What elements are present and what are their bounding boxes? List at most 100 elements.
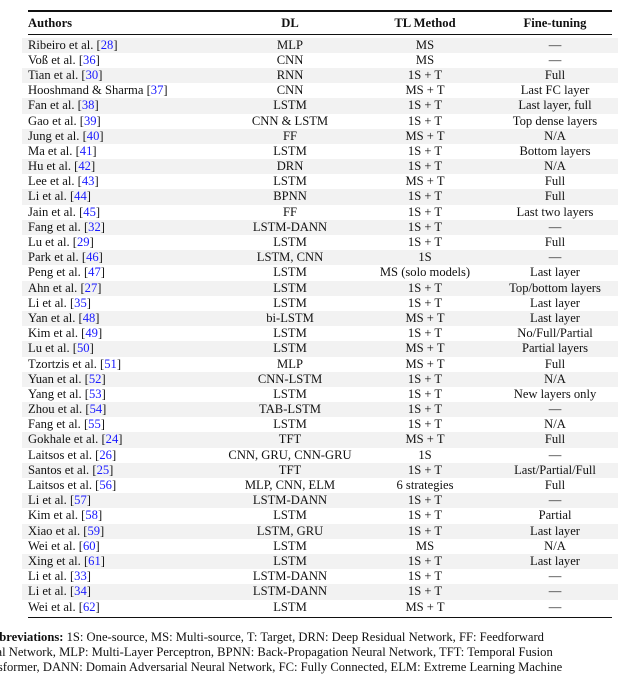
table-row: Lu et al. [50] LSTM MS + T Partial layers (22, 341, 618, 357)
citation-link[interactable]: 59 (87, 524, 100, 538)
cell-tl-method: 6 strategies (396, 478, 454, 493)
comparison-table: Authors DL TL Method Fine-tuning Ribeiro… (22, 10, 618, 619)
author-name: Xing et al. (28, 553, 81, 568)
author-name: Tzortzis et al. (28, 356, 97, 371)
table-row: Yuan et al. [52] CNN-LSTM 1S + T N/A (22, 371, 618, 387)
cell-dl: RNN (276, 67, 304, 82)
cell-tl-method: 1S + T (407, 295, 443, 310)
citation-link[interactable]: 43 (82, 174, 95, 188)
cell-tl-method: 1S + T (407, 235, 443, 250)
citation-link[interactable]: 48 (83, 311, 96, 325)
author-name: Ma et al. (28, 143, 73, 158)
citation-link[interactable]: 40 (87, 129, 100, 143)
cell-dl: MLP (277, 37, 303, 52)
cell-author: Lee et al. [43] (28, 174, 99, 189)
cell-fine-tuning: Full (544, 189, 566, 204)
cell-tl-method: 1S + T (407, 204, 443, 219)
cell-tl-method: 1S + T (407, 553, 443, 568)
cell-dl: LSTM-DANN (252, 569, 328, 584)
citation-link[interactable]: 58 (85, 508, 98, 522)
table-row: Ribeiro et al. [28] MLP MS — (22, 37, 618, 53)
cell-tl-method: MS (415, 52, 435, 67)
citation-link[interactable]: 62 (83, 600, 96, 614)
cell-fine-tuning: — (548, 584, 562, 599)
cell-dl: FF (282, 128, 297, 143)
citation-link[interactable]: 49 (85, 326, 98, 340)
cell-fine-tuning: Full (544, 235, 566, 250)
author-name: Ribeiro et al. (28, 37, 94, 52)
table-row: Gokhale et al. [24] TFT MS + T Full (22, 432, 618, 448)
citation-link[interactable]: 42 (78, 159, 91, 173)
citation-link[interactable]: 54 (90, 402, 103, 416)
citation-link[interactable]: 60 (83, 539, 96, 553)
cell-author: Tian et al. [30] (28, 67, 103, 82)
citation-link[interactable]: 26 (99, 448, 112, 462)
author-name: Hooshmand & Sharma (28, 83, 144, 98)
author-name: Laitsos et al. (28, 447, 93, 462)
citation-link[interactable]: 29 (77, 235, 90, 249)
author-name: Gokhale et al. (28, 432, 99, 447)
table-row: Fang et al. [55] LSTM 1S + T N/A (28, 417, 612, 432)
citation-link[interactable]: 37 (151, 83, 164, 97)
citation-link[interactable]: 25 (97, 463, 110, 477)
cell-author: Yuan et al. [52] (28, 371, 106, 386)
author-name: Fan et al. (28, 98, 75, 113)
cell-fine-tuning: Partial (538, 508, 572, 523)
citation-link[interactable]: 35 (74, 296, 87, 310)
cell-author: Yang et al. [53] (28, 386, 106, 401)
cell-tl-method: 1S + T (407, 569, 443, 584)
citation-link[interactable]: 32 (88, 220, 101, 234)
table-row: Kim et al. [58] LSTM 1S + T Partial (28, 508, 612, 523)
cell-fine-tuning: Last two layers (516, 204, 594, 219)
table-row: Peng et al. [47] LSTM MS (solo models) Last… (28, 265, 612, 280)
citation-link[interactable]: 34 (74, 584, 87, 598)
citation-link[interactable]: 47 (88, 265, 101, 279)
cell-dl: LSTM (273, 265, 307, 280)
cell-dl: TAB-LSTM (259, 402, 321, 417)
citation-link[interactable]: 55 (88, 417, 101, 431)
cell-author: Lu et al. [50] (28, 341, 94, 356)
cell-author: Hu et al. [42] (28, 159, 96, 174)
citation-link[interactable]: 44 (74, 189, 87, 203)
cell-dl: LSTM (273, 98, 307, 113)
cell-fine-tuning: Full (544, 478, 566, 493)
citation-link[interactable]: 52 (89, 372, 102, 386)
citation-link[interactable]: 46 (86, 250, 99, 264)
author-name: Li et al. (28, 493, 67, 508)
table-row: Li et al. [57] LSTM-DANN 1S + T — (22, 493, 618, 509)
author-name: Li et al. (28, 189, 67, 204)
header-authors: Authors (28, 15, 73, 30)
citation-link[interactable]: 28 (101, 38, 114, 52)
citation-link[interactable]: 30 (86, 68, 99, 82)
citation-link[interactable]: 53 (89, 387, 102, 401)
citation-link[interactable]: 51 (104, 357, 117, 371)
cell-tl-method: 1S + T (407, 189, 443, 204)
cell-fine-tuning: Bottom layers (519, 143, 591, 158)
citation-link[interactable]: 56 (99, 478, 112, 492)
cell-dl: bi-LSTM (266, 310, 314, 325)
table-row: Xiao et al. [59] LSTM, GRU 1S + T Last laye… (22, 523, 618, 539)
citation-link[interactable]: 50 (77, 341, 90, 355)
citation-link[interactable]: 57 (74, 493, 87, 507)
citation-link[interactable]: 61 (88, 554, 101, 568)
footnote-line: ural Network, MLP: Multi-Layer Perceptro… (0, 645, 553, 660)
citation-link[interactable]: 38 (82, 98, 95, 112)
cell-dl: MLP (277, 356, 303, 371)
cell-fine-tuning: Top/bottom layers (509, 280, 601, 295)
author-name: Gao et al. (28, 113, 77, 128)
cell-author: Li et al. [33] (28, 569, 91, 584)
author-name: Yan et al. (28, 310, 76, 325)
citation-link[interactable]: 36 (83, 53, 96, 67)
citation-link[interactable]: 45 (83, 205, 96, 219)
author-name: Lu et al. (28, 235, 70, 250)
table-row: Wei et al. [62] LSTM MS + T — (28, 600, 612, 615)
citation-link[interactable]: 33 (74, 569, 87, 583)
citation-link[interactable]: 27 (85, 281, 98, 295)
citation-link[interactable]: 41 (80, 144, 93, 158)
cell-author: Jung et al. [40] (28, 128, 104, 143)
citation-link[interactable]: 24 (106, 432, 119, 446)
cell-dl: LSTM (273, 599, 307, 614)
abbreviations-footnote: obbreviations: 1S: One-source, MS: Multi… (0, 630, 640, 676)
citation-link[interactable]: 39 (84, 114, 97, 128)
cell-author: Gokhale et al. [24] (28, 432, 123, 447)
